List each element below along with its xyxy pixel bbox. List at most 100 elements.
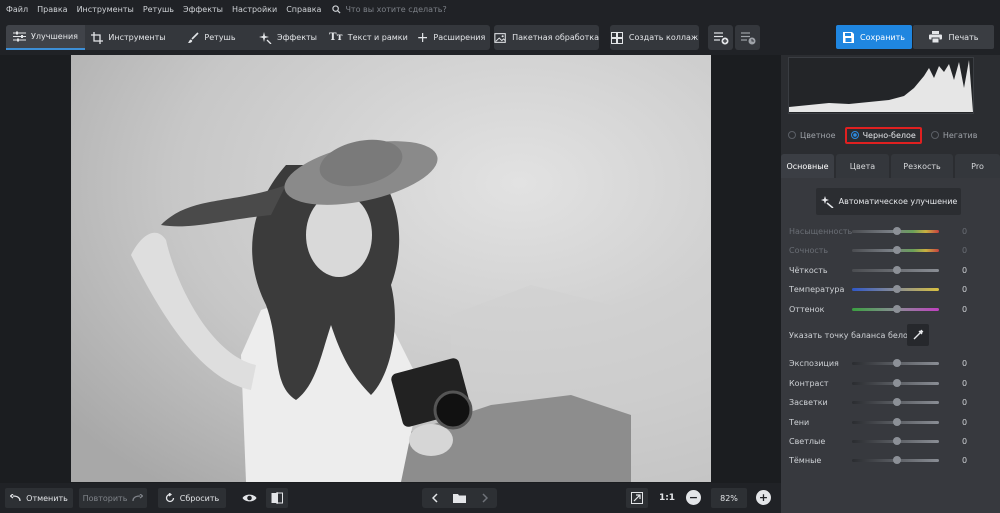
reset-icon	[165, 493, 174, 503]
menu-file[interactable]: Файл	[6, 5, 28, 14]
radio-negative[interactable]	[930, 131, 939, 139]
radio-color[interactable]	[788, 131, 796, 139]
collage-icon	[610, 31, 623, 44]
shadows-value: 0	[962, 417, 968, 427]
undo-button[interactable]: Отменить	[5, 488, 73, 508]
mode-color-label: Цветное	[800, 130, 836, 140]
tab-text-frames[interactable]: Tт Текст и рамки	[325, 25, 412, 50]
preset-history-button[interactable]	[735, 25, 760, 50]
slider-highlights: Засветки 0	[789, 396, 994, 408]
clarity-value: 0	[962, 265, 968, 275]
tab-extensions-label: Расширения	[433, 33, 486, 42]
photo-preview	[71, 55, 711, 482]
zoom-actual-size-button[interactable]: 1:1	[655, 488, 679, 508]
print-button[interactable]: Печать	[913, 25, 994, 49]
tab-basic[interactable]: Основные	[781, 154, 834, 178]
saturation-label: Насыщенность	[789, 226, 853, 236]
tab-effects[interactable]: Эффекты	[251, 25, 325, 50]
menu-retouch[interactable]: Ретушь	[143, 5, 174, 14]
reset-label: Сбросить	[179, 493, 220, 503]
temperature-value: 0	[962, 284, 968, 294]
tab-colors[interactable]: Цвета	[836, 154, 889, 178]
eyedropper-icon	[913, 329, 924, 340]
save-button[interactable]: Сохранить	[836, 25, 912, 49]
compare-button[interactable]	[266, 488, 288, 508]
image-canvas[interactable]	[0, 55, 781, 483]
contrast-handle[interactable]	[893, 379, 901, 387]
temperature-handle[interactable]	[893, 285, 901, 293]
undo-label: Отменить	[26, 493, 68, 503]
slider-tint: Оттенок 0	[789, 303, 994, 315]
clarity-handle[interactable]	[893, 266, 901, 274]
menu-effects[interactable]: Эффекты	[183, 5, 223, 14]
search-placeholder: Что вы хотите сделать?	[345, 5, 447, 14]
mode-negative-label: Негатив	[942, 130, 978, 140]
redo-icon	[132, 494, 144, 502]
slider-contrast: Контраст 0	[789, 377, 994, 389]
mode-negative[interactable]: Негатив	[930, 130, 978, 140]
open-folder-button[interactable]	[447, 488, 472, 508]
tab-extensions[interactable]: + Расширения	[412, 25, 490, 50]
next-image-button[interactable]	[472, 488, 497, 508]
highlights-handle[interactable]	[893, 398, 901, 406]
print-label: Печать	[948, 32, 979, 42]
magic-wand-icon	[820, 195, 834, 208]
add-preset-button[interactable]	[708, 25, 733, 50]
reset-button[interactable]: Сбросить	[158, 488, 226, 508]
crop-icon	[91, 31, 104, 44]
previous-image-button[interactable]	[422, 488, 447, 508]
exposure-label: Экспозиция	[789, 358, 839, 368]
brush-icon	[188, 31, 199, 43]
contrast-label: Контраст	[789, 378, 829, 388]
adjustments-panel: Цветное Черно-белое Негатив Основные Цве…	[781, 55, 1000, 513]
eye-icon	[242, 494, 256, 502]
search-icon	[332, 5, 341, 14]
shadows-handle[interactable]	[893, 418, 901, 426]
tab-tools[interactable]: Инструменты	[85, 25, 172, 50]
tab-pro[interactable]: Pro	[955, 154, 1000, 178]
whites-handle[interactable]	[893, 437, 901, 445]
zoom-level[interactable]: 82%	[711, 488, 747, 508]
chevron-right-icon	[481, 493, 488, 503]
clarity-label: Чёткость	[789, 265, 828, 275]
sliders-icon	[13, 31, 27, 42]
exposure-handle[interactable]	[893, 359, 901, 367]
fit-to-screen-button[interactable]	[626, 488, 648, 508]
radio-black-white[interactable]	[850, 131, 859, 139]
slider-exposure: Экспозиция 0	[789, 357, 994, 369]
tab-enhancements[interactable]: Улучшения	[6, 25, 85, 50]
split-view-icon	[271, 492, 283, 504]
redo-button[interactable]: Повторить	[79, 488, 147, 508]
menu-bar: Файл Правка Инструменты Ретушь Эффекты Н…	[0, 0, 1000, 19]
histogram	[788, 57, 974, 114]
white-balance-row: Указать точку баланса белого	[789, 324, 994, 346]
preview-toggle-button[interactable]	[238, 488, 260, 508]
list-add-icon	[713, 31, 728, 44]
menu-help[interactable]: Справка	[286, 5, 321, 14]
auto-enhance-button[interactable]: Автоматическое улучшение	[816, 188, 961, 215]
zoom-out-button[interactable]: −	[686, 490, 701, 505]
auto-enhance-label: Автоматическое улучшение	[838, 197, 958, 206]
slider-whites: Светлые 0	[789, 435, 994, 447]
eyedropper-button[interactable]	[907, 324, 929, 346]
blacks-handle[interactable]	[893, 456, 901, 464]
plus-icon: +	[416, 29, 429, 46]
mode-color[interactable]: Цветное	[788, 131, 836, 140]
photo-illustration	[71, 55, 711, 482]
tab-sharpness[interactable]: Резкость	[891, 154, 953, 178]
saturation-handle[interactable]	[893, 227, 901, 235]
menu-settings[interactable]: Настройки	[232, 5, 277, 14]
mode-black-white[interactable]: Черно-белое	[844, 126, 922, 144]
tint-value: 0	[962, 304, 968, 314]
tint-handle[interactable]	[893, 305, 901, 313]
menu-search[interactable]: Что вы хотите сделать?	[332, 5, 447, 14]
contrast-value: 0	[962, 378, 968, 388]
vibrance-handle[interactable]	[893, 246, 901, 254]
menu-tools[interactable]: Инструменты	[77, 5, 134, 14]
zoom-in-button[interactable]: +	[756, 490, 771, 505]
create-collage-button[interactable]: Создать коллаж	[610, 25, 699, 50]
tab-retouch[interactable]: Ретушь	[172, 25, 251, 50]
white-balance-label: Указать точку баланса белого	[789, 330, 917, 340]
batch-processing-button[interactable]: Пакетная обработка	[494, 25, 599, 50]
menu-edit[interactable]: Правка	[37, 5, 67, 14]
